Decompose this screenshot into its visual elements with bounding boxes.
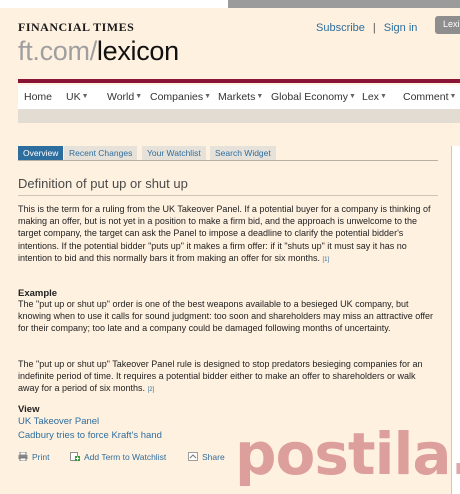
chevron-down-icon: ▼ — [256, 93, 264, 100]
example-paragraph-2: The "put up or shut up" Takeover Panel r… — [18, 358, 438, 397]
example-text-2: The "put up or shut up" Takeover Panel r… — [18, 359, 423, 394]
share-icon — [188, 452, 198, 461]
nav-item-global-economy[interactable]: Global Economy▼ — [271, 91, 356, 103]
print-icon — [18, 452, 28, 461]
page: FINANCIAL TIMES Subscribe | Sign in Lexi f… — [0, 0, 460, 494]
nav-subbar — [18, 109, 460, 123]
chevron-down-icon: ▼ — [204, 93, 212, 100]
lexicon-tab[interactable]: Lexi — [435, 16, 460, 34]
example-paragraph-1: The "put up or shut up" order is one of … — [18, 299, 434, 334]
chevron-down-icon: ▼ — [135, 93, 143, 100]
accent-bar — [18, 79, 460, 83]
top-links: Subscribe | Sign in — [316, 22, 417, 34]
nav-label: Home — [24, 91, 53, 103]
logo-name: lexicon — [96, 36, 179, 66]
nav-item-comment[interactable]: Comment▼ — [403, 91, 456, 103]
definition-text: This is the term for a ruling from the U… — [18, 204, 431, 263]
view-heading: View — [18, 404, 40, 415]
top-links-separator: | — [372, 22, 376, 34]
nav-label: Companies — [150, 91, 204, 103]
chevron-down-icon: ▼ — [349, 93, 356, 100]
nav-label: UK — [66, 91, 81, 103]
main-nav: Home UK▼ World▼ Companies▼ Markets▼ Glob… — [18, 85, 460, 109]
masthead: FINANCIAL TIMES — [18, 20, 135, 34]
nav-label: Lex — [362, 91, 379, 103]
tab-recent-changes[interactable]: Recent Changes — [64, 146, 138, 160]
nav-label: Markets — [218, 91, 256, 103]
footnote-link-2[interactable]: [2] — [148, 387, 155, 393]
print-label: Print — [32, 452, 50, 462]
watchlist-label: Add Term to Watchlist — [84, 452, 167, 462]
chevron-down-icon: ▼ — [81, 93, 89, 100]
site-logo[interactable]: ft.com/lexicon — [18, 36, 179, 67]
chevron-down-icon: ▼ — [449, 93, 457, 100]
nav-item-uk[interactable]: UK▼ — [66, 91, 89, 103]
nav-item-world[interactable]: World▼ — [107, 91, 142, 103]
nav-item-companies[interactable]: Companies▼ — [150, 91, 211, 103]
chevron-down-icon: ▼ — [379, 93, 387, 100]
top-strip — [0, 0, 460, 8]
share-label: Share — [202, 452, 225, 462]
nav-label: Comment — [403, 91, 449, 103]
top-strip-grey — [228, 0, 460, 8]
share-action[interactable]: Share — [188, 452, 225, 464]
view-link-cadbury-kraft[interactable]: Cadbury tries to force Kraft's hand — [18, 430, 162, 441]
tab-overview[interactable]: Overview — [18, 146, 64, 160]
nav-item-markets[interactable]: Markets▼ — [218, 91, 263, 103]
signin-link[interactable]: Sign in — [384, 22, 418, 34]
definition-paragraph: This is the term for a ruling from the U… — [18, 203, 438, 266]
nav-label: World — [107, 91, 135, 103]
logo-prefix: ft.com/ — [18, 36, 97, 66]
tab-search-widget[interactable]: Search Widget — [210, 146, 276, 160]
nav-item-lex[interactable]: Lex▼ — [362, 91, 387, 103]
page-title: Definition of put up or shut up — [18, 176, 188, 191]
add-watchlist-icon — [70, 452, 80, 461]
nav-label: Global Economy — [271, 91, 349, 103]
footnote-link-1[interactable]: [1] — [323, 257, 330, 263]
print-action[interactable]: Print — [18, 452, 49, 464]
view-link-uk-takeover-panel[interactable]: UK Takeover Panel — [18, 416, 99, 427]
title-divider — [18, 195, 438, 196]
watermark: postila.ru — [235, 420, 460, 488]
add-to-watchlist-action[interactable]: Add Term to Watchlist — [70, 452, 166, 464]
subscribe-link[interactable]: Subscribe — [316, 22, 365, 34]
tabs-divider — [18, 160, 438, 161]
nav-item-home[interactable]: Home — [24, 91, 52, 103]
tab-your-watchlist[interactable]: Your Watchlist — [142, 146, 206, 160]
